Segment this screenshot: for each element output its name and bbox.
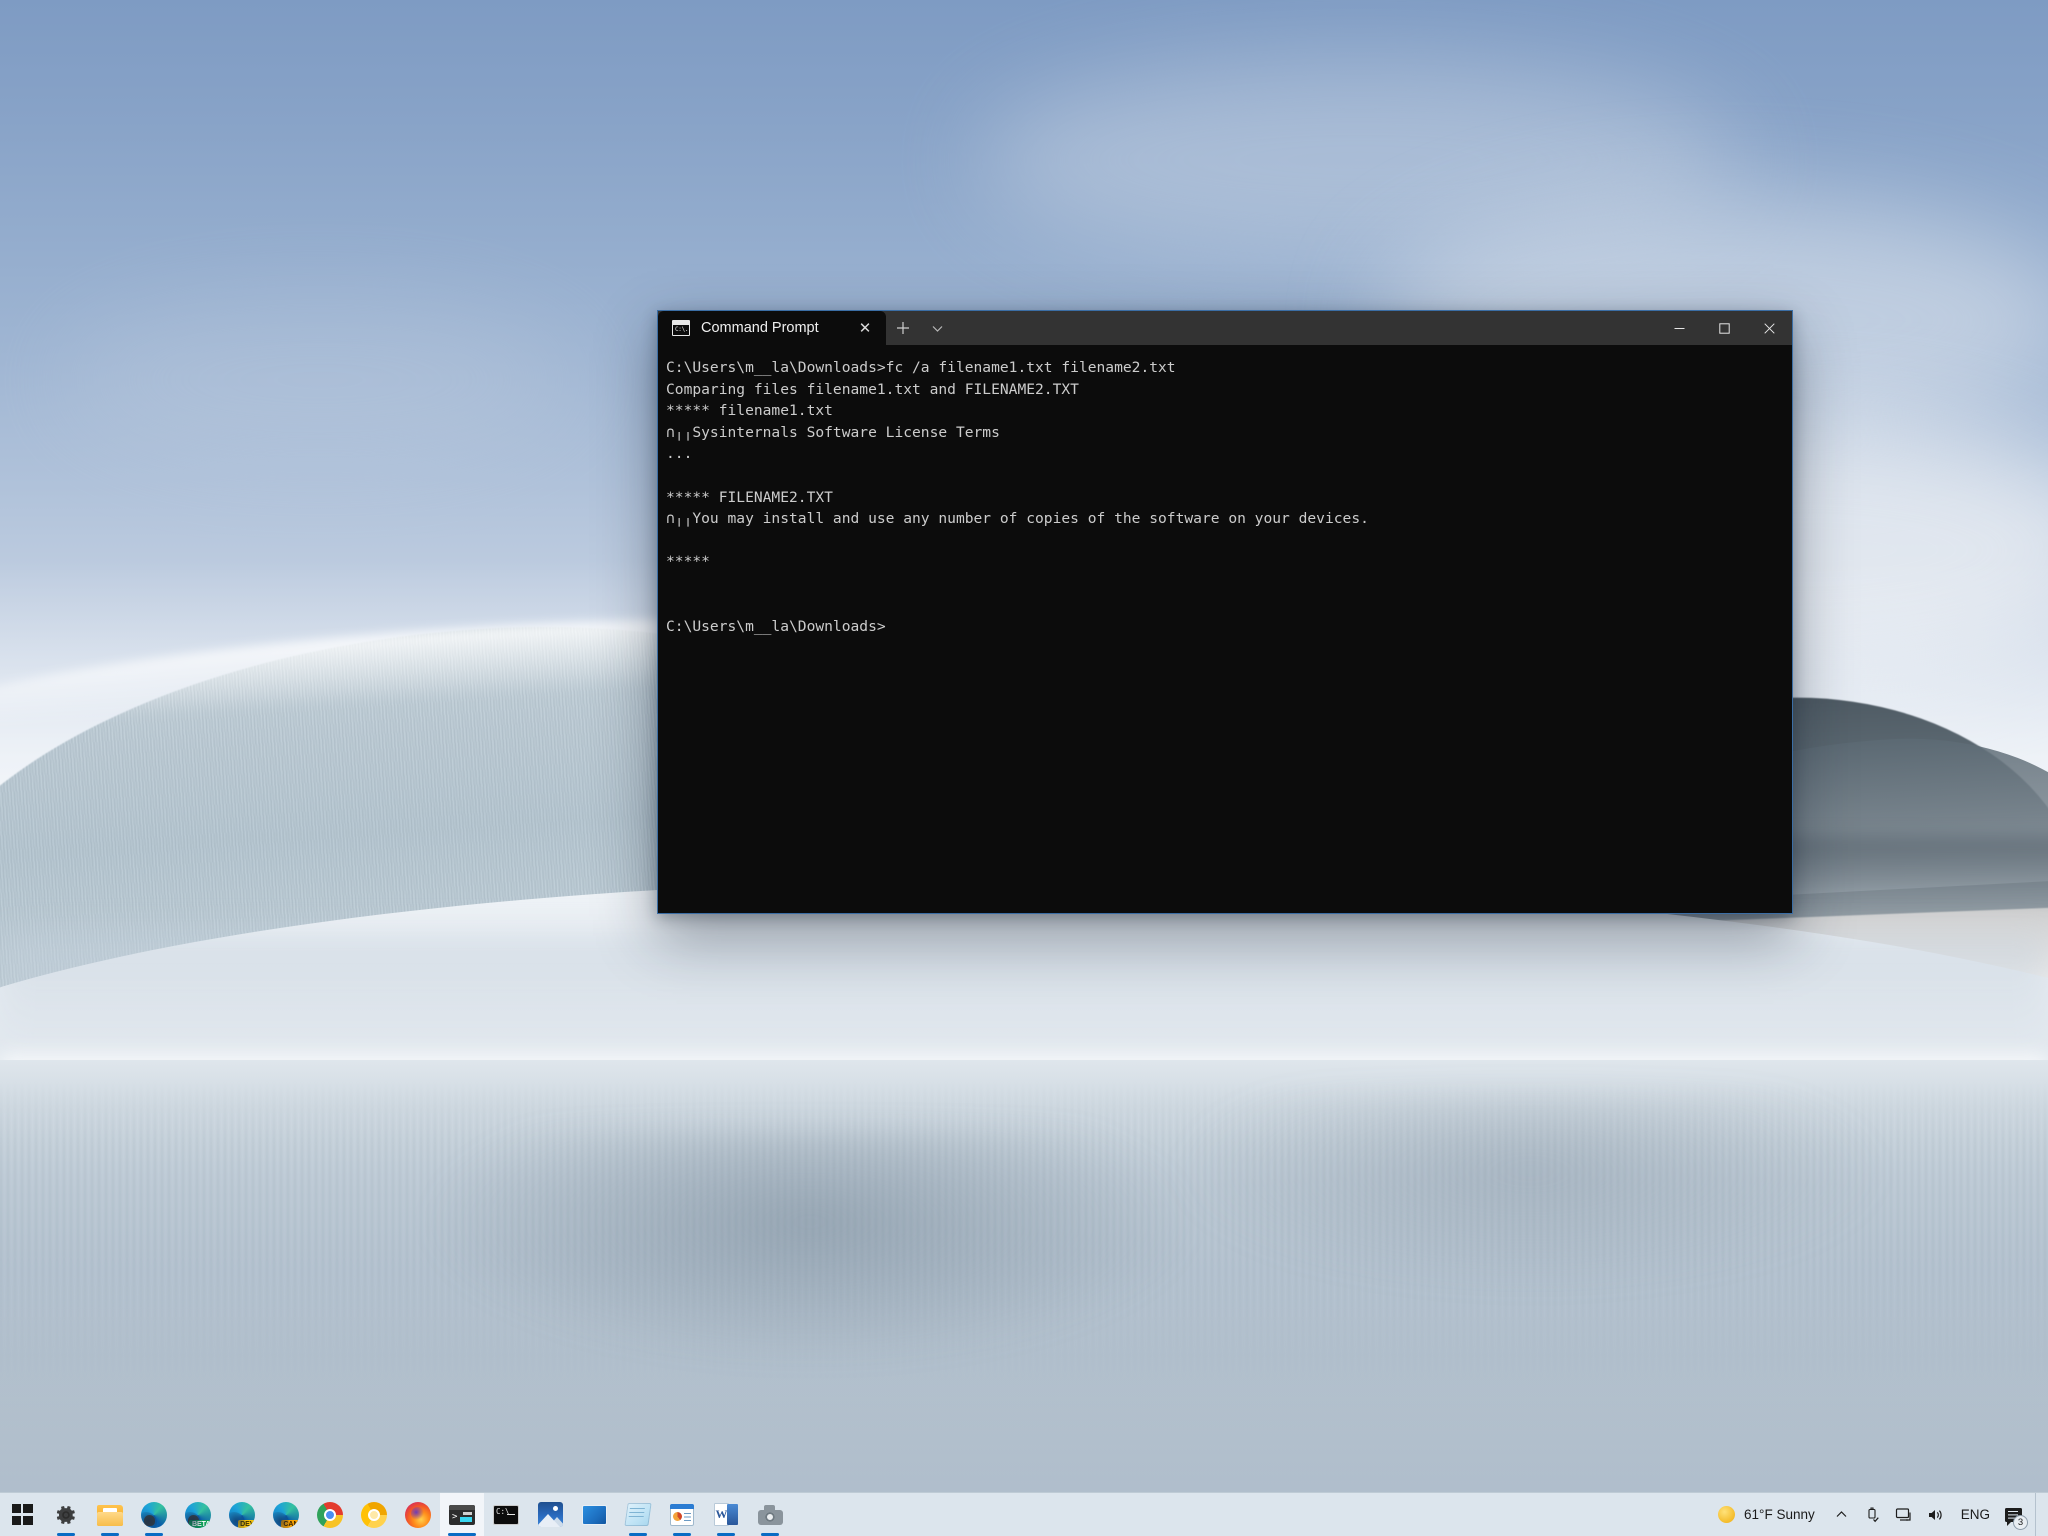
- tab-strip: C:\. Command Prompt ✕: [658, 311, 954, 345]
- chevron-down-icon[interactable]: [920, 313, 954, 343]
- start-button[interactable]: [0, 1493, 44, 1536]
- safely-remove-hardware-button[interactable]: [1857, 1493, 1888, 1536]
- new-tab-button[interactable]: [886, 313, 920, 343]
- network-icon: [1895, 1507, 1913, 1523]
- edge-dev-icon: DEV: [229, 1502, 255, 1528]
- taskbar-items: BETA DEV CAN >: [0, 1493, 792, 1536]
- taskbar-item-edge-dev[interactable]: DEV: [220, 1493, 264, 1536]
- running-indicator: [717, 1533, 735, 1536]
- chevron-up-icon: [1835, 1508, 1848, 1521]
- console-icon: C:\.: [672, 320, 690, 336]
- notepad-icon: [624, 1503, 651, 1526]
- taskbar-item-chrome[interactable]: [308, 1493, 352, 1536]
- taskbar-item-terminal[interactable]: >: [440, 1493, 484, 1536]
- taskbar-item-remote-desktop[interactable]: [572, 1493, 616, 1536]
- word-icon: W: [714, 1503, 738, 1526]
- system-tray: 61°F Sunny: [1708, 1493, 2048, 1536]
- tab-close-icon[interactable]: ✕: [852, 315, 878, 341]
- show-desktop-button[interactable]: [2035, 1493, 2042, 1536]
- focused-indicator: [448, 1533, 476, 1536]
- powerpoint-icon: [670, 1504, 694, 1526]
- language-indicator[interactable]: ENG: [1952, 1507, 1999, 1522]
- weather-text: 61°F Sunny: [1744, 1507, 1815, 1522]
- terminal-icon: >: [449, 1505, 475, 1525]
- wallpaper-cloud: [60, 300, 580, 460]
- running-indicator: [101, 1533, 119, 1536]
- firefox-icon: [405, 1502, 431, 1528]
- tray-overflow-button[interactable]: [1827, 1493, 1857, 1536]
- snipping-tool-icon: [758, 1505, 783, 1525]
- running-indicator: [673, 1533, 691, 1536]
- window-titlebar[interactable]: C:\. Command Prompt ✕: [658, 311, 1792, 345]
- taskbar-item-firefox[interactable]: [396, 1493, 440, 1536]
- volume-button[interactable]: [1920, 1493, 1952, 1536]
- sun-icon: [1718, 1506, 1735, 1523]
- folder-icon: [97, 1505, 123, 1526]
- running-indicator: [761, 1533, 779, 1536]
- taskbar-item-chrome-canary[interactable]: [352, 1493, 396, 1536]
- weather-widget[interactable]: 61°F Sunny: [1708, 1493, 1827, 1536]
- windows-logo-icon: [12, 1504, 33, 1525]
- running-indicator: [57, 1533, 75, 1536]
- maximize-button[interactable]: [1702, 311, 1747, 345]
- close-button[interactable]: [1747, 311, 1792, 345]
- taskbar-item-snipping-tool[interactable]: [748, 1493, 792, 1536]
- taskbar-item-word[interactable]: W: [704, 1493, 748, 1536]
- wallpaper-water-reflection: [430, 1130, 1190, 1360]
- remote-desktop-icon: [582, 1505, 607, 1525]
- taskbar-item-notepad[interactable]: [616, 1493, 660, 1536]
- notification-count-badge: 3: [2013, 1515, 2028, 1530]
- terminal-output-area[interactable]: C:\Users\m__la\Downloads>fc /a filename1…: [658, 345, 1792, 913]
- taskbar-item-settings[interactable]: [44, 1493, 88, 1536]
- running-indicator: [145, 1533, 163, 1536]
- usb-icon: [1864, 1506, 1881, 1523]
- notifications-button[interactable]: 3: [1999, 1493, 2032, 1536]
- chrome-icon: [317, 1502, 343, 1528]
- terminal-output-text: C:\Users\m__la\Downloads>fc /a filename1…: [666, 357, 1792, 638]
- running-indicator: [629, 1533, 647, 1536]
- volume-icon: [1927, 1507, 1945, 1523]
- gear-icon: [54, 1503, 78, 1527]
- taskbar-item-file-explorer[interactable]: [88, 1493, 132, 1536]
- tab-label: Command Prompt: [701, 320, 841, 336]
- taskbar-item-edge-canary[interactable]: CAN: [264, 1493, 308, 1536]
- edge-beta-icon: BETA: [185, 1502, 211, 1528]
- wallpaper-water-reflection: [1180, 1095, 1880, 1285]
- wallpaper-snow-shadow: [0, 935, 2048, 1055]
- photos-icon: [538, 1502, 563, 1527]
- edge-icon: [141, 1502, 167, 1528]
- taskbar[interactable]: BETA DEV CAN >: [0, 1492, 2048, 1536]
- network-button[interactable]: [1888, 1493, 1920, 1536]
- minimize-button[interactable]: [1657, 311, 1702, 345]
- chrome-canary-icon: [361, 1502, 387, 1528]
- command-prompt-window[interactable]: C:\. Command Prompt ✕: [657, 310, 1793, 914]
- taskbar-item-powerpoint[interactable]: [660, 1493, 704, 1536]
- command-prompt-icon: C:\: [493, 1505, 519, 1525]
- taskbar-item-edge[interactable]: [132, 1493, 176, 1536]
- taskbar-item-photos[interactable]: [528, 1493, 572, 1536]
- console-icon-text: C:\.: [673, 327, 688, 335]
- taskbar-item-command-prompt[interactable]: C:\: [484, 1493, 528, 1536]
- edge-canary-icon: CAN: [273, 1502, 299, 1528]
- window-controls: [1657, 311, 1792, 345]
- tab-command-prompt[interactable]: C:\. Command Prompt ✕: [658, 311, 886, 345]
- taskbar-item-edge-beta[interactable]: BETA: [176, 1493, 220, 1536]
